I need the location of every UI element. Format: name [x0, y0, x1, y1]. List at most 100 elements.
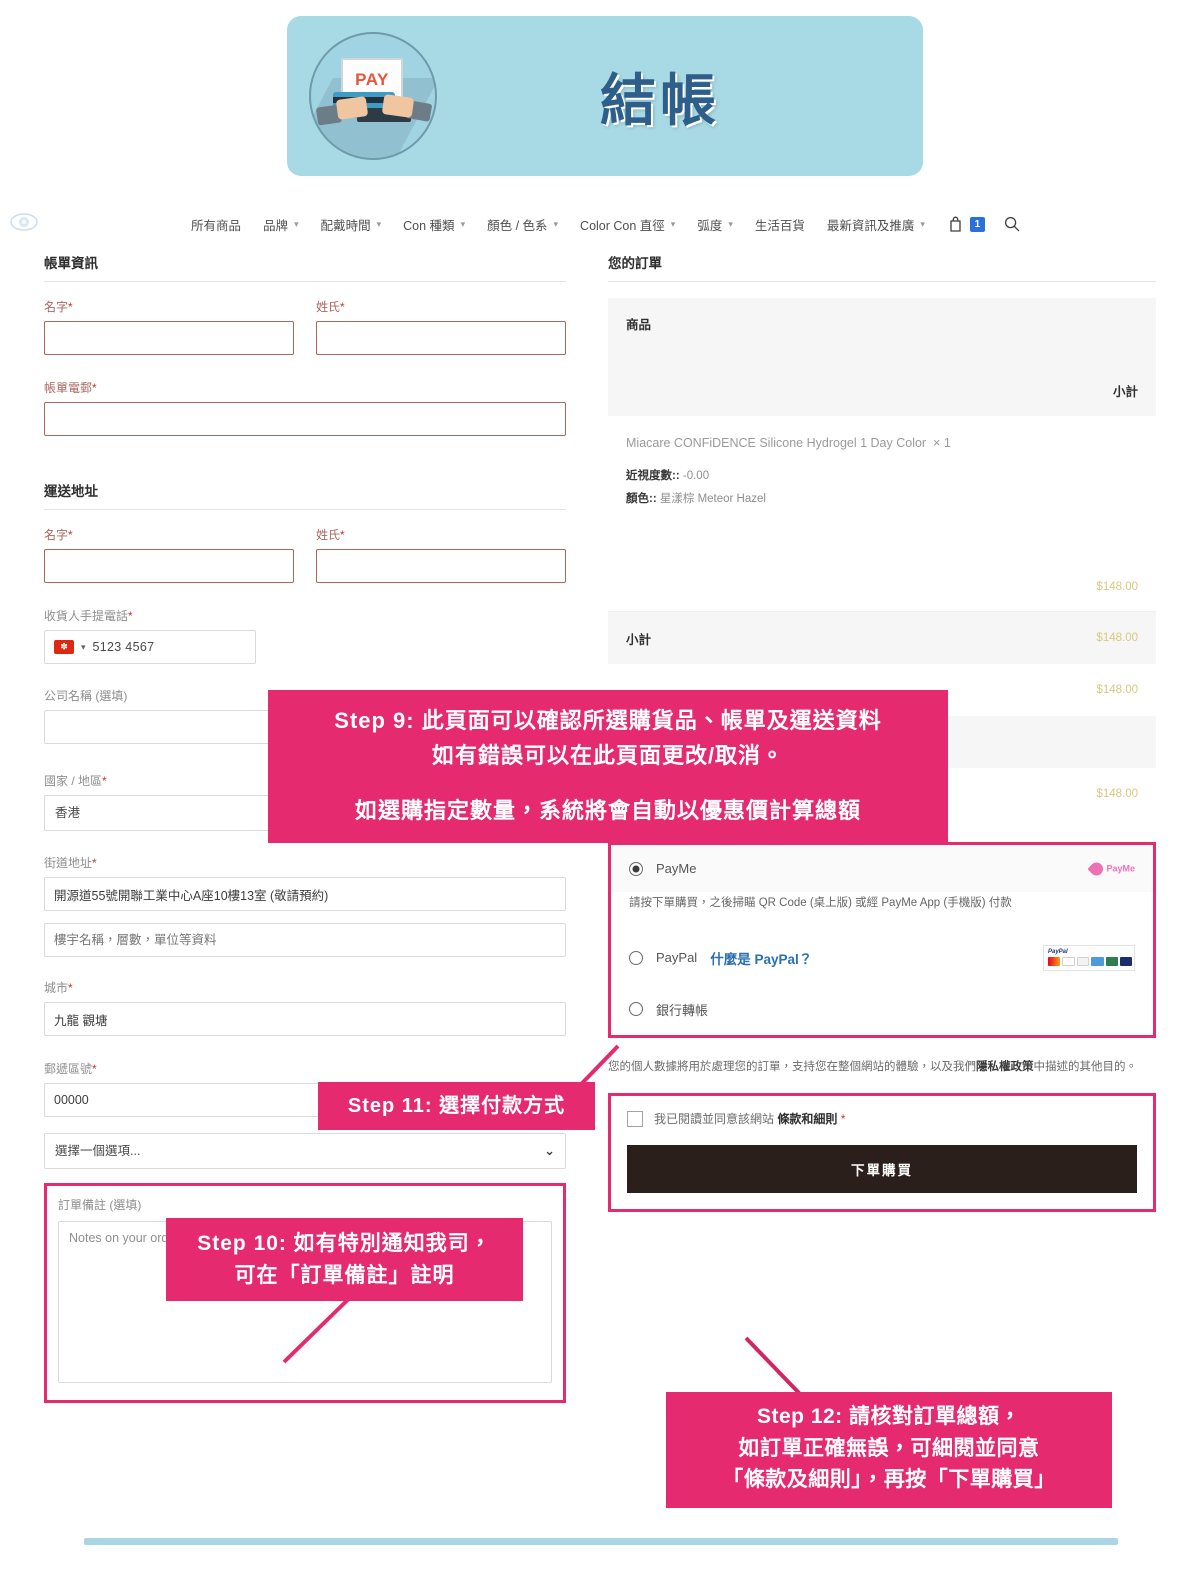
- shipping-last-name-input[interactable]: [316, 549, 566, 583]
- shipping-street-input[interactable]: [44, 877, 566, 911]
- nav-item-6[interactable]: 弧度 ▾: [686, 215, 744, 234]
- payment-option-label: PayMe: [656, 861, 697, 876]
- privacy-policy-link[interactable]: 隱私權政策: [976, 1061, 1034, 1073]
- terms-link[interactable]: 條款和細則: [777, 1112, 837, 1126]
- order-col-subtotal: 小計: [1112, 385, 1138, 399]
- radio-paypal-icon[interactable]: [629, 950, 643, 965]
- nav-item-label: 配戴時間: [320, 218, 371, 233]
- page-bottom-divider: [84, 1538, 1118, 1545]
- order-notes-label: 訂單備註 (選填): [58, 1198, 142, 1212]
- required-mark: *: [102, 774, 107, 788]
- nav-item-8[interactable]: 最新資訊及推廣 ▾: [816, 215, 936, 234]
- nav-item-label: 最新資訊及推廣: [826, 218, 915, 233]
- payme-logo-icon: PayMe: [1087, 859, 1135, 878]
- payment-option-paypal[interactable]: PayPal 什麼是 PayPal？ PayPal: [611, 932, 1153, 984]
- required-mark: *: [92, 856, 97, 870]
- callout-step-9: Step 9: 此頁面可以確認所選購貨品、帳單及運送資料 如有錯誤可以在此頁面更…: [268, 690, 948, 843]
- shipping-postcode-label: 郵遞區號*: [44, 1062, 97, 1076]
- shipping-phone-label: 收貨人手提電話*: [44, 609, 133, 623]
- terms-agreement-row[interactable]: 我已閱讀並同意該網站 條款和細則 *: [627, 1110, 1137, 1127]
- place-order-button[interactable]: 下單購買: [627, 1144, 1137, 1193]
- shipping-last-name-field: 姓氏*: [316, 526, 566, 583]
- required-mark: *: [128, 609, 133, 623]
- shipping-apt-input[interactable]: [44, 923, 566, 957]
- page-hero-banner: PAY 結帳: [287, 16, 923, 176]
- nav-item-4[interactable]: 顏色 / 色系 ▾: [476, 215, 569, 234]
- paypal-cards-icon: PayPal: [1043, 944, 1135, 971]
- chevron-down-icon: ▾: [553, 218, 559, 229]
- nav-item-label: Color Con 直徑: [580, 218, 665, 233]
- chevron-down-icon: ▾: [728, 218, 733, 229]
- billing-email-input[interactable]: [44, 402, 566, 436]
- privacy-notice: 您的個人數據將用於處理您的訂單，支持您在整個網站的體驗，以及我們隱私權政策中描述…: [608, 1060, 1137, 1073]
- radio-payme-icon[interactable]: [629, 861, 643, 876]
- payment-option-label: PayPal: [656, 950, 698, 966]
- shipping-last-name-label: 姓氏*: [316, 528, 345, 542]
- shipping-district-select[interactable]: 選擇一個選項...: [44, 1133, 566, 1169]
- order-table-header: 商品 小計: [608, 298, 1156, 416]
- order-meta-key: 顏色::: [626, 492, 657, 505]
- shipping-apt-field: [44, 923, 566, 957]
- billing-first-name-label: 名字*: [44, 300, 73, 314]
- shipping-name-row: 名字* 姓氏*: [44, 526, 566, 583]
- chevron-down-icon: ▾: [920, 218, 925, 229]
- nav-item-5[interactable]: Color Con 直徑 ▾: [569, 215, 686, 234]
- shipping-city-label: 城市*: [44, 981, 73, 995]
- nav-item-0[interactable]: 所有商品: [180, 215, 252, 234]
- nav-item-3[interactable]: Con 種類 ▾: [392, 215, 476, 234]
- billing-last-name-label: 姓氏*: [316, 300, 345, 314]
- terms-and-submit-box: 我已閱讀並同意該網站 條款和細則 * 下單購買: [608, 1092, 1156, 1212]
- shipping-phone-field: 收貨人手提電話* ▾ 5123 4567: [44, 607, 566, 664]
- payment-option-payme[interactable]: PayMe PayMe: [611, 845, 1153, 892]
- shipping-street-field: 街道地址*: [44, 854, 566, 911]
- shipping-city-input[interactable]: [44, 1002, 566, 1036]
- nav-item-label: 顏色 / 色系: [487, 218, 548, 233]
- terms-label: 我已閱讀並同意該網站 條款和細則 *: [654, 1111, 846, 1126]
- payment-terminal-icon: PAY: [309, 32, 437, 160]
- chevron-down-icon: ▾: [81, 641, 86, 652]
- site-navigation: 所有商品 品牌 ▾ 配戴時間 ▾ Con 種類 ▾ 顏色 / 色系 ▾ Colo…: [0, 205, 1200, 243]
- order-item-name: Miacare CONFiDENCE Silicone Hydrogel 1 D…: [626, 436, 951, 450]
- step12-leader-line: [744, 1336, 802, 1396]
- required-mark: *: [340, 528, 345, 542]
- order-item-qty: × 1: [933, 436, 951, 450]
- order-meta-value: 星漾棕 Meteor Hazel: [659, 492, 766, 505]
- nav-item-7[interactable]: 生活百貨: [744, 215, 816, 234]
- hong-kong-flag-icon[interactable]: [54, 640, 74, 654]
- payment-option-bank-transfer[interactable]: 銀行轉帳: [611, 984, 1153, 1035]
- shopping-bag-icon[interactable]: [948, 216, 963, 232]
- required-mark: *: [68, 300, 73, 314]
- shipping-phone-input[interactable]: ▾ 5123 4567: [44, 630, 256, 664]
- shipping-first-name-input[interactable]: [44, 549, 294, 583]
- nav-item-label: 所有商品: [191, 218, 242, 233]
- billing-email-label: 帳單電郵*: [44, 381, 97, 395]
- order-meta-value: -0.00: [682, 469, 710, 482]
- order-row-value: $148.00: [1096, 788, 1138, 800]
- billing-email-field: 帳單電郵*: [44, 379, 566, 436]
- payment-option-label: 銀行轉帳: [656, 1002, 709, 1018]
- what-is-paypal-link[interactable]: 什麼是 PayPal？: [710, 948, 812, 968]
- callout-step-12: Step 12: 請核對訂單總額， 如訂單正確無誤，可細閱並同意 「條款及細則」…: [666, 1392, 1112, 1508]
- radio-bank-transfer-icon[interactable]: [629, 1002, 643, 1017]
- shipping-street-label: 街道地址*: [44, 856, 97, 870]
- callout-step-11: Step 11: 選擇付款方式: [318, 1082, 595, 1130]
- search-icon[interactable]: [1004, 216, 1020, 232]
- nav-item-1[interactable]: 品牌 ▾: [252, 215, 310, 234]
- order-line-item: Miacare CONFiDENCE Silicone Hydrogel 1 D…: [608, 416, 1156, 612]
- nav-item-2[interactable]: 配戴時間 ▾: [310, 215, 393, 234]
- billing-last-name-field: 姓氏*: [316, 298, 566, 355]
- nav-item-label: Con 種類: [403, 218, 455, 233]
- shipping-section-title: 運送地址: [44, 480, 566, 510]
- billing-last-name-input[interactable]: [316, 321, 566, 355]
- nav-item-label: 生活百貨: [754, 218, 805, 233]
- billing-section-title: 帳單資訊: [44, 252, 566, 282]
- nav-item-label: 品牌: [263, 218, 289, 233]
- page-title: 結帳: [600, 68, 720, 132]
- cart-item-count[interactable]: 1: [969, 216, 985, 232]
- billing-first-name-field: 名字*: [44, 298, 294, 355]
- order-item-price: $148.00: [1096, 581, 1138, 593]
- terms-checkbox[interactable]: [627, 1110, 643, 1127]
- billing-first-name-input[interactable]: [44, 321, 294, 355]
- order-row-value: $148.00: [1096, 684, 1138, 696]
- shipping-first-name-field: 名字*: [44, 526, 294, 583]
